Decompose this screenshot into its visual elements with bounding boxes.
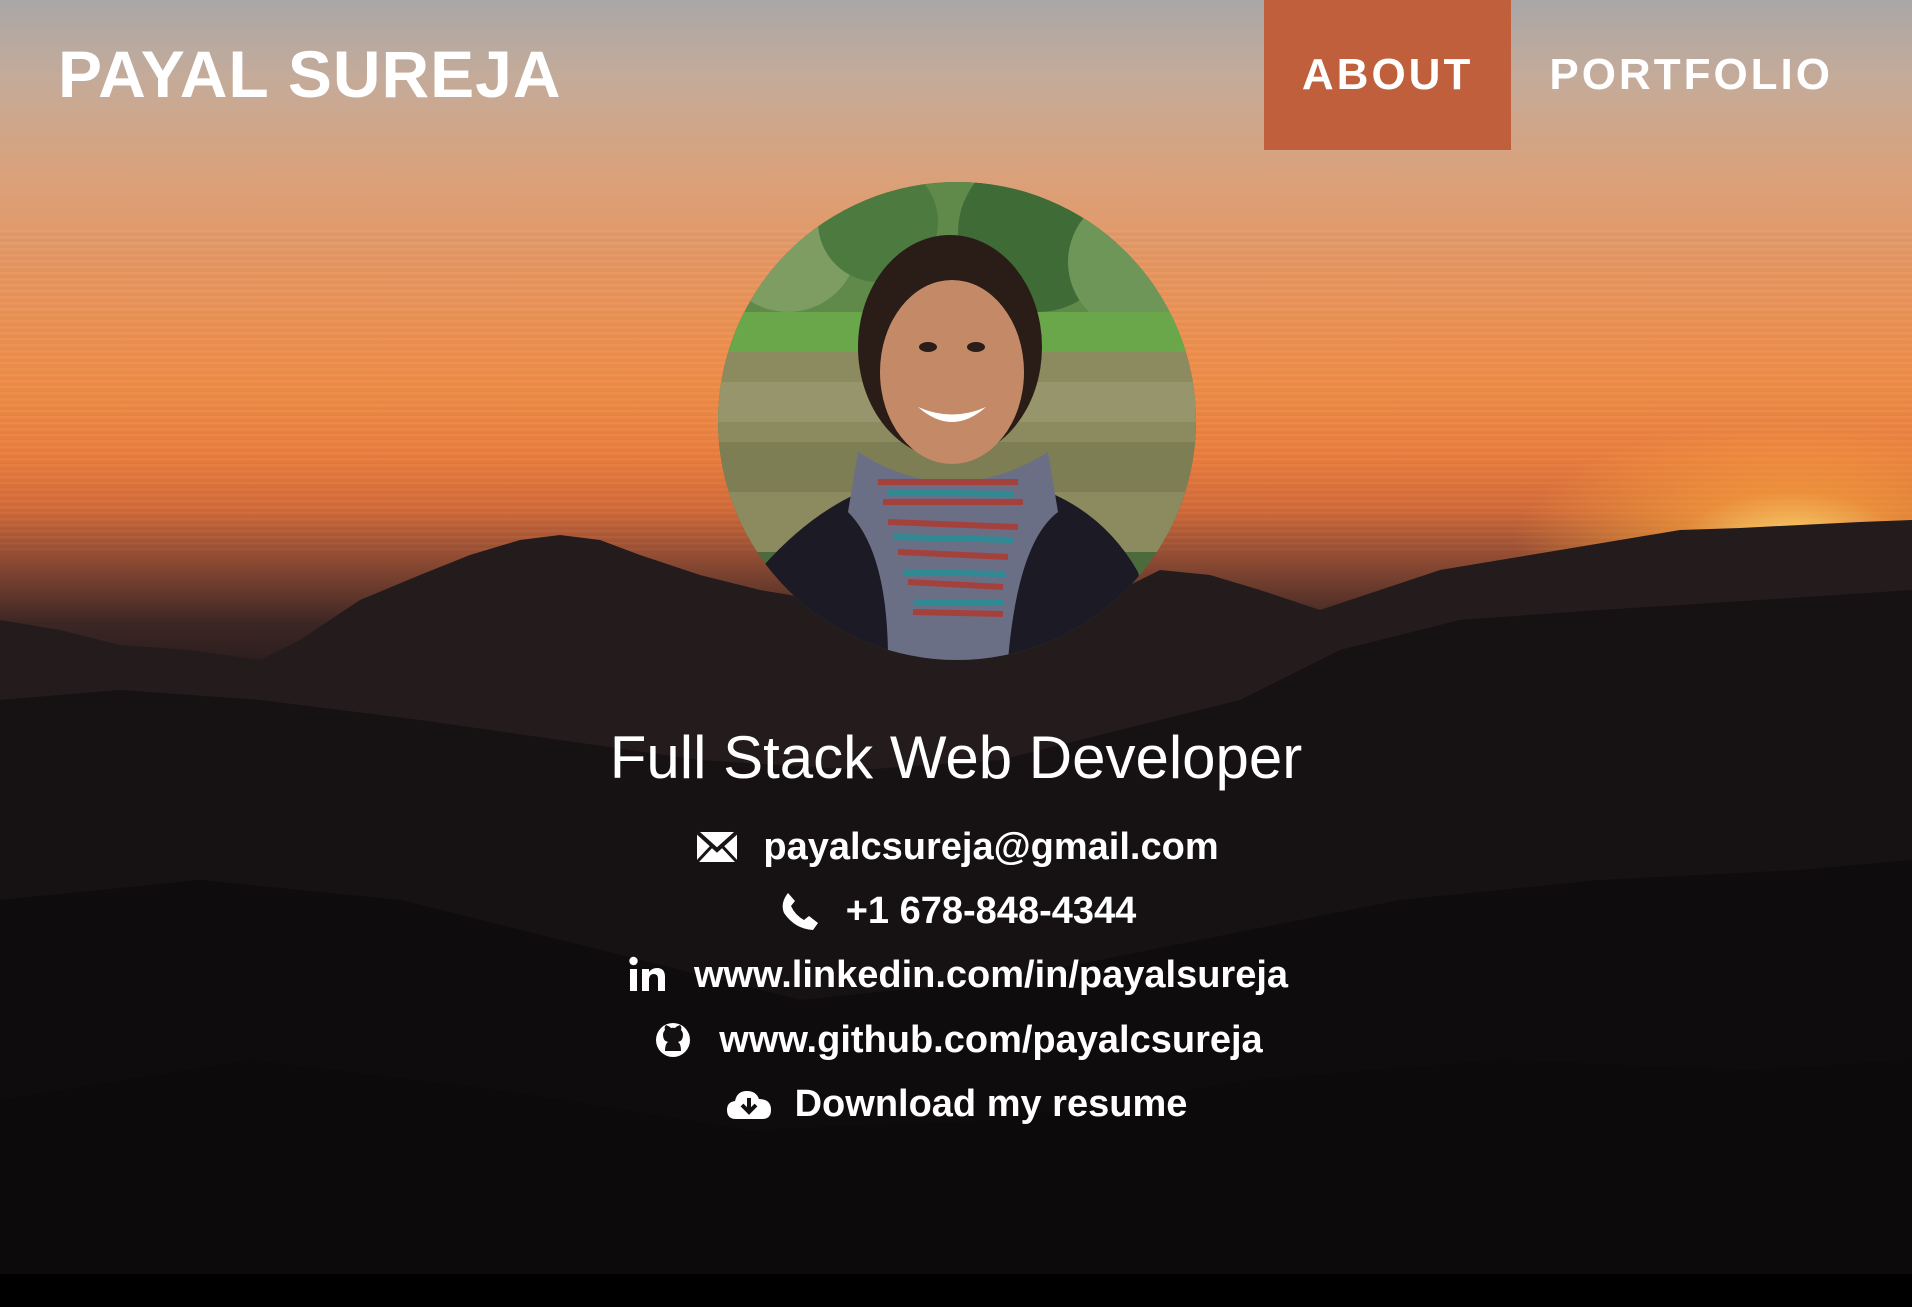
contact-linkedin[interactable]: www.linkedin.com/in/payalsureja [0, 949, 1912, 1001]
contact-email[interactable]: payalcsureja@gmail.com [0, 821, 1912, 873]
tagline: Full Stack Web Developer [609, 724, 1303, 791]
phone-icon [776, 887, 824, 935]
profile-photo [718, 182, 1196, 660]
main-nav: ABOUT PORTFOLIO [1263, 0, 1871, 150]
github-link[interactable]: www.github.com/payalcsureja [719, 1019, 1262, 1062]
contact-github[interactable]: www.github.com/payalcsureja [0, 1014, 1912, 1066]
bottom-bar [0, 1274, 1912, 1307]
email-link[interactable]: payalcsureja@gmail.com [763, 826, 1218, 869]
contact-resume[interactable]: Download my resume [0, 1078, 1912, 1130]
site-brand[interactable]: PAYAL SUREJA [58, 34, 562, 114]
resume-download-link[interactable]: Download my resume [795, 1083, 1188, 1126]
cloud-download-icon [725, 1080, 773, 1128]
github-icon [649, 1016, 697, 1064]
envelope-icon [693, 823, 741, 871]
profile-photo-illustration [718, 182, 1196, 660]
nav-about[interactable]: ABOUT [1263, 0, 1512, 150]
phone-link[interactable]: +1 678-848-4344 [846, 890, 1137, 933]
linkedin-link[interactable]: www.linkedin.com/in/payalsureja [694, 954, 1288, 997]
contact-phone[interactable]: +1 678-848-4344 [0, 885, 1912, 937]
nav-portfolio[interactable]: PORTFOLIO [1511, 0, 1871, 150]
linkedin-icon [624, 951, 672, 999]
